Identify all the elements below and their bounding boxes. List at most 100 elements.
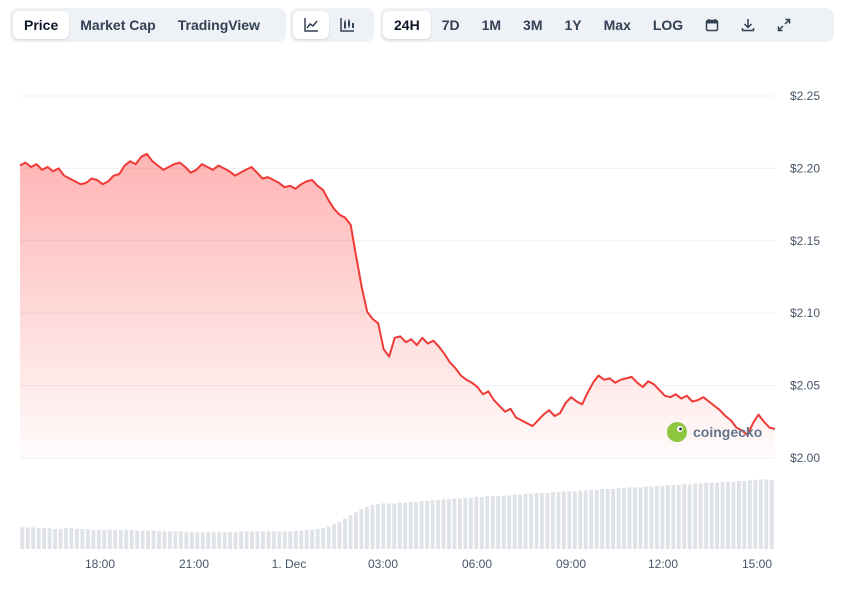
volume-bar — [616, 488, 621, 549]
volume-bar — [206, 532, 211, 549]
y-tick-label: $2.25 — [790, 89, 820, 103]
y-tick-label: $2.10 — [790, 306, 820, 320]
volume-bar — [660, 485, 665, 549]
volume-bar — [436, 500, 440, 549]
volume-bar — [397, 502, 402, 549]
coingecko-logo-pupil — [679, 427, 682, 431]
volume-bar — [430, 500, 435, 549]
volume-bar — [622, 488, 626, 549]
volume-bar — [726, 481, 730, 549]
volume-bar — [693, 483, 698, 549]
volume-bar — [715, 482, 719, 549]
volume-bar — [200, 532, 205, 549]
volume-bar — [561, 491, 566, 549]
volume-bar — [758, 479, 763, 549]
volume-bar — [228, 532, 233, 549]
volume-bar — [58, 529, 63, 549]
volume-bar — [195, 532, 200, 549]
volume-bar — [129, 529, 134, 549]
volume-bar — [173, 531, 178, 549]
volume-bar — [638, 487, 643, 549]
volume-bar — [282, 531, 287, 549]
volume-bar — [731, 481, 736, 549]
volume-bar — [764, 479, 769, 549]
volume-bar — [20, 527, 25, 549]
volume-bar — [359, 509, 364, 549]
coingecko-watermark: coingecko — [667, 422, 762, 442]
volume-bar — [419, 501, 424, 549]
price-chart[interactable]: $2.00 $2.05 $2.10 $2.15 $2.20 $2.25 18:00 21:0… — [0, 0, 842, 591]
volume-bar — [769, 480, 774, 549]
volume-bar — [463, 497, 468, 549]
x-tick-label: 21:00 — [179, 557, 209, 571]
volume-bar — [250, 531, 254, 549]
volume-bar — [457, 498, 462, 549]
volume-bar — [69, 528, 74, 549]
volume-bar — [211, 532, 216, 549]
volume-bar — [523, 493, 528, 549]
volume-bar — [146, 530, 151, 549]
price-area — [20, 153, 775, 458]
volume-bar — [75, 529, 79, 549]
x-axis-ticks: 18:00 21:00 1. Dec 03:00 06:00 09:00 12:00 15:0… — [85, 557, 772, 571]
volume-bar — [326, 526, 331, 549]
volume-bar — [222, 532, 227, 549]
volume-bar — [676, 485, 681, 549]
volume-bar — [293, 530, 298, 549]
volume-bar — [304, 529, 309, 549]
volume-bar — [572, 491, 577, 549]
volume-bar — [310, 529, 315, 549]
volume-bar — [441, 499, 446, 549]
volume-bar — [408, 501, 413, 549]
volume-bar — [414, 501, 419, 549]
volume-bar — [665, 485, 670, 549]
volume-bar — [348, 515, 353, 549]
volume-bar — [124, 529, 129, 549]
volume-bar — [687, 484, 692, 549]
x-tick-label: 15:00 — [742, 557, 772, 571]
volume-bar — [315, 529, 320, 549]
volume-bar — [80, 529, 85, 549]
volume-bar — [266, 531, 271, 549]
volume-bar — [583, 490, 588, 549]
volume-bar — [386, 503, 391, 549]
volume-bar — [468, 497, 473, 549]
volume-bar — [479, 497, 484, 549]
volume-bar — [255, 531, 260, 549]
volume-bar — [753, 480, 758, 549]
volume-bar — [184, 532, 189, 549]
volume-bar — [31, 527, 36, 549]
y-axis-ticks: $2.00 $2.05 $2.10 $2.15 $2.20 $2.25 — [790, 89, 820, 465]
price-area-fill — [20, 153, 775, 458]
volume-bar — [501, 496, 506, 549]
x-tick-label: 1. Dec — [272, 557, 307, 571]
volume-bar — [605, 489, 610, 549]
volume-bar — [157, 531, 161, 549]
volume-bars — [20, 479, 774, 549]
volume-bar — [375, 504, 380, 549]
volume-bar — [168, 531, 172, 549]
x-tick-label: 03:00 — [368, 557, 398, 571]
volume-bar — [485, 496, 490, 549]
volume-bar — [42, 528, 47, 549]
volume-bar — [135, 530, 140, 549]
volume-bar — [47, 528, 52, 549]
volume-bar — [720, 481, 725, 549]
volume-bar — [53, 529, 57, 549]
volume-bar — [425, 501, 430, 549]
volume-bar — [447, 499, 451, 549]
volume-bar — [682, 484, 687, 549]
volume-bar — [654, 485, 659, 549]
volume-bar — [113, 529, 118, 549]
y-tick-label: $2.05 — [790, 379, 820, 393]
volume-bar — [633, 487, 637, 549]
volume-bar — [381, 503, 386, 549]
x-tick-label: 09:00 — [556, 557, 586, 571]
volume-bar — [649, 486, 654, 549]
volume-bar — [85, 529, 90, 549]
volume-bar — [288, 531, 293, 549]
volume-bar — [518, 494, 523, 549]
y-tick-label: $2.15 — [790, 234, 820, 248]
volume-bar — [671, 485, 676, 549]
x-tick-label: 06:00 — [462, 557, 492, 571]
